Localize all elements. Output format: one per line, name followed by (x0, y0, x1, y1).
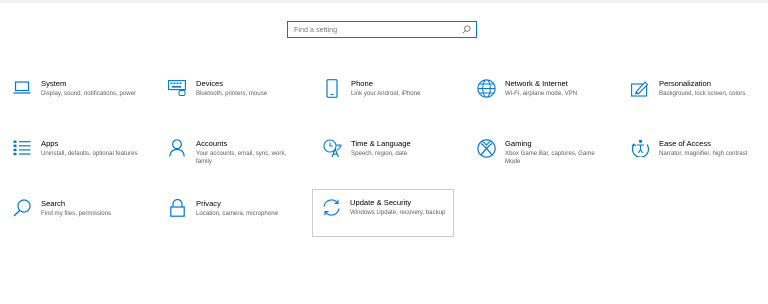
apps-list-icon (12, 138, 32, 158)
tile-description: Windows Update, recovery, backup (350, 209, 446, 216)
sync-icon (321, 197, 341, 217)
tile-description: Link your Android, iPhone (351, 90, 421, 97)
keyboard-icon (167, 78, 187, 98)
tile-devices[interactable]: Devices Bluetooth, printers, mouse (158, 70, 300, 118)
ease-of-access-icon (630, 138, 650, 158)
tile-title: Update & Security (350, 198, 412, 207)
tile-title: Privacy (196, 199, 221, 208)
tile-description: Display, sound, notifications, power (41, 90, 137, 97)
tile-update-security[interactable]: Update & Security Windows Update, recove… (312, 189, 454, 237)
tile-title: Accounts (196, 139, 228, 148)
top-bar (0, 0, 768, 3)
lock-icon (167, 198, 187, 218)
tile-description: Location, camera, microphone (196, 210, 278, 217)
tile-description: Narrator, magnifier, high contrast (659, 150, 748, 157)
tile-accounts[interactable]: Accounts Your accounts, email, sync, wor… (158, 130, 300, 178)
tile-title: Network & Internet (505, 79, 568, 88)
tile-title: Time & Language (351, 139, 411, 148)
person-icon (167, 138, 187, 158)
laptop-icon (12, 78, 32, 98)
time-language-icon (322, 138, 342, 158)
tile-personalization[interactable]: Personalization Background, lock screen,… (621, 70, 763, 118)
tile-privacy[interactable]: Privacy Location, camera, microphone (158, 190, 300, 238)
tile-time-language[interactable]: Time & Language Speech, region, date (313, 130, 455, 178)
tile-phone[interactable]: Phone Link your Android, iPhone (313, 70, 455, 118)
tile-description: Find my files, permissions (41, 210, 112, 217)
globe-icon (476, 78, 496, 98)
tile-apps[interactable]: Apps Uninstall, defaults, optional featu… (3, 130, 145, 178)
magnifier-icon (12, 198, 32, 218)
paint-icon (630, 78, 650, 98)
tile-title: Ease of Access (659, 139, 711, 148)
tile-description: Speech, region, date (351, 150, 408, 157)
tile-description: Your accounts, email, sync, work, family (196, 150, 287, 166)
tile-search[interactable]: Search Find my files, permissions (3, 190, 145, 238)
tile-description: Uninstall, defaults, optional features (41, 150, 138, 157)
xbox-icon (476, 138, 496, 158)
tile-title: Search (41, 199, 66, 208)
phone-icon (322, 78, 342, 98)
tile-description: Xbox Game Bar, captures, Game Mode (505, 150, 595, 166)
tile-description: Wi-Fi, airplane mode, VPN (505, 90, 578, 97)
tile-title: Phone (351, 79, 373, 88)
tile-title: Apps (41, 139, 59, 148)
tile-title: System (41, 79, 67, 88)
tile-gaming[interactable]: Gaming Xbox Game Bar, captures, Game Mod… (467, 130, 609, 178)
tile-description: Background, lock screen, colors (659, 90, 746, 97)
tile-title: Gaming (505, 139, 532, 148)
search-placeholder: Find a setting (294, 25, 338, 34)
tile-ease-of-access[interactable]: Ease of Access Narrator, magnifier, high… (621, 130, 763, 178)
tile-title: Devices (196, 79, 224, 88)
tile-description: Bluetooth, printers, mouse (196, 90, 268, 97)
tile-title: Personalization (659, 79, 711, 88)
search-icon[interactable] (461, 25, 471, 35)
tile-network-internet[interactable]: Network & Internet Wi-Fi, airplane mode,… (467, 70, 609, 118)
tile-system[interactable]: System Display, sound, notifications, po… (3, 70, 145, 118)
search-input[interactable]: Find a setting (287, 21, 477, 38)
